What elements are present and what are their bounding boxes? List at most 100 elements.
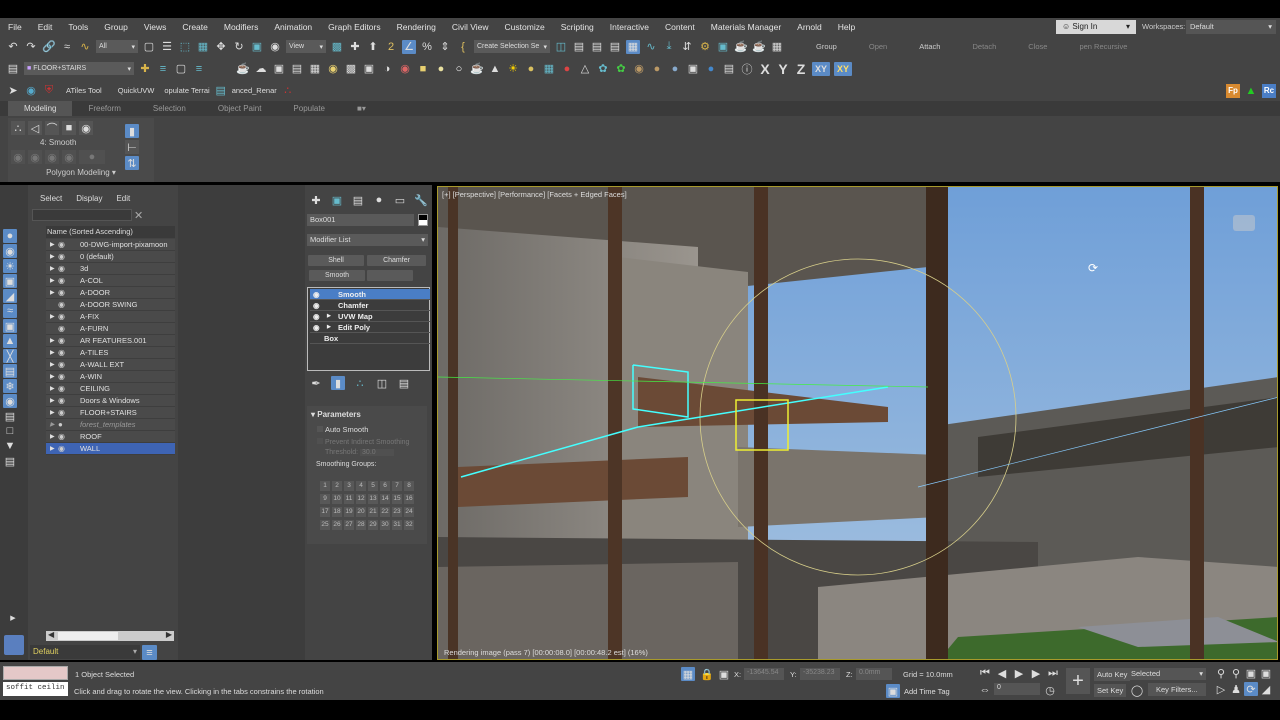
expand-arrow-icon[interactable]: ▶ bbox=[50, 443, 55, 455]
parameters-rollout-header[interactable]: ▾ Parameters bbox=[307, 406, 427, 423]
smoothing-group-button[interactable]: 27 bbox=[344, 520, 354, 530]
x-coordinate-field[interactable]: -13645.54 bbox=[744, 668, 784, 680]
menu-edit[interactable]: Edit bbox=[30, 22, 61, 32]
prevent-indirect-checkbox[interactable]: Prevent Indirect Smoothing bbox=[307, 436, 427, 448]
eye-icon[interactable]: ◉ bbox=[58, 287, 65, 299]
eye-icon[interactable]: ◉ bbox=[313, 322, 320, 333]
menu-civil-view[interactable]: Civil View bbox=[444, 22, 497, 32]
menu-scripting[interactable]: Scripting bbox=[553, 22, 602, 32]
y-coordinate-field[interactable]: -35238.23 bbox=[800, 668, 840, 680]
robot-icon[interactable]: ◉ bbox=[398, 62, 412, 76]
modifier-icon[interactable]: ◉ bbox=[62, 150, 76, 164]
rotate-icon[interactable]: ↻ bbox=[232, 40, 246, 54]
set-key-big-button[interactable]: + bbox=[1066, 668, 1090, 694]
eye-icon[interactable]: ◉ bbox=[58, 371, 65, 383]
vertex-icon[interactable]: ∴ bbox=[11, 121, 25, 135]
color-dots-icon[interactable]: ∴ bbox=[281, 84, 295, 98]
menu-content[interactable]: Content bbox=[657, 22, 703, 32]
layer-row[interactable]: ◉ A-DOOR SWING bbox=[46, 299, 175, 311]
detach-button[interactable]: Detach bbox=[958, 42, 1010, 51]
modifier-list-dropdown[interactable]: Modifier List ▾ bbox=[307, 234, 428, 246]
mirror-icon[interactable]: ◫ bbox=[554, 40, 568, 54]
layer-row[interactable]: ▶ ◉ AR FEATURES.001 bbox=[46, 335, 175, 347]
edit-named-selection-icon[interactable]: { bbox=[456, 40, 470, 54]
helpers-icon[interactable]: ◢ bbox=[3, 289, 17, 303]
axis-y-button[interactable]: Y bbox=[776, 61, 790, 77]
sphere-light-icon[interactable]: ○ bbox=[452, 62, 466, 76]
smoothing-group-button[interactable]: 8 bbox=[404, 481, 414, 491]
menu-rendering[interactable]: Rendering bbox=[389, 22, 444, 32]
layer-explorer-icon[interactable]: ▤ bbox=[608, 40, 622, 54]
smoothing-group-button[interactable]: 19 bbox=[344, 507, 354, 517]
polygon-icon[interactable]: ■ bbox=[62, 121, 76, 135]
tab-freeform[interactable]: Freeform bbox=[72, 104, 136, 113]
geometry-icon[interactable]: ◉ bbox=[3, 244, 17, 258]
modify-tab-icon[interactable]: ▣ bbox=[330, 193, 344, 207]
expand-arrow-icon[interactable]: ▶ bbox=[50, 347, 55, 359]
smoothing-group-button[interactable]: 29 bbox=[368, 520, 378, 530]
spacewarps-icon[interactable]: ≈ bbox=[3, 304, 17, 318]
select-by-name-icon[interactable]: ☰ bbox=[160, 40, 174, 54]
layer-row[interactable]: ▶ ◉ A-WALL EXT bbox=[46, 359, 175, 371]
quickuvw-button[interactable]: QuickUVW bbox=[112, 86, 161, 95]
align-icon[interactable]: ▤ bbox=[572, 40, 586, 54]
axis-x-button[interactable]: X bbox=[758, 61, 772, 77]
smooth-button[interactable]: Smooth bbox=[309, 270, 365, 281]
expand-arrow-icon[interactable]: ▶ bbox=[50, 275, 55, 287]
menu-materials-manager[interactable]: Materials Manager bbox=[703, 22, 789, 32]
clear-search-icon[interactable]: ✕ bbox=[134, 209, 143, 222]
material-swatch[interactable] bbox=[3, 666, 68, 680]
smoothing-group-button[interactable]: 6 bbox=[380, 481, 390, 491]
maximize-viewport-icon[interactable]: ◢ bbox=[1259, 682, 1273, 696]
link-icon[interactable]: 🔗 bbox=[42, 40, 56, 54]
go-to-end-icon[interactable]: ⏭ bbox=[1046, 666, 1060, 680]
expand-arrow-icon[interactable]: ▶ bbox=[50, 251, 55, 263]
zoom-icon[interactable]: ⚲ bbox=[1214, 666, 1228, 680]
key-filters-button[interactable]: Key Filters... bbox=[1148, 683, 1206, 696]
go-to-start-icon[interactable]: ⏮ bbox=[978, 666, 992, 680]
smoothing-group-button[interactable]: 23 bbox=[392, 507, 402, 517]
time-config-arrows-icon[interactable]: ⇔ bbox=[978, 683, 992, 697]
layer-row[interactable]: ▶ ◉ A-FIX bbox=[46, 311, 175, 323]
play-icon[interactable]: ▶ bbox=[1012, 666, 1026, 680]
menu-create[interactable]: Create bbox=[174, 22, 216, 32]
group-button[interactable]: Group bbox=[802, 42, 851, 51]
smoothing-group-button[interactable]: 7 bbox=[392, 481, 402, 491]
hierarchy-tab-icon[interactable]: ▤ bbox=[351, 193, 365, 207]
expand-arrow-icon[interactable]: ▶ bbox=[50, 311, 55, 323]
menu-group[interactable]: Group bbox=[96, 22, 136, 32]
move-icon[interactable]: ✥ bbox=[214, 40, 228, 54]
zoom-extents-icon[interactable]: ▣ bbox=[1244, 666, 1258, 680]
unlink-icon[interactable]: ≈ bbox=[60, 40, 74, 54]
configure-sets-icon[interactable]: ▤ bbox=[397, 376, 411, 390]
auto-smooth-checkbox[interactable]: Auto Smooth bbox=[307, 423, 427, 436]
explorer-search-input[interactable] bbox=[32, 209, 132, 221]
render-active-icon[interactable]: ☕ bbox=[752, 40, 766, 54]
film-icon[interactable]: ▣ bbox=[362, 62, 376, 76]
populate-terrain-button[interactable]: opulate Terrai bbox=[164, 86, 209, 95]
expand-arrow-icon[interactable]: ▶ bbox=[50, 335, 55, 347]
explorer-select-menu[interactable]: Select bbox=[40, 194, 62, 203]
advanced-renamer-button[interactable]: anced_Renar bbox=[232, 86, 277, 95]
stack-item-smooth[interactable]: ◉ Smooth bbox=[310, 289, 430, 300]
expand-arrow-icon[interactable]: ▶ bbox=[50, 407, 55, 419]
forest-pack-button[interactable]: Fp bbox=[1226, 83, 1240, 98]
smoothing-group-button[interactable]: 25 bbox=[320, 520, 330, 530]
create-tab-icon[interactable]: ✚ bbox=[309, 193, 323, 207]
axis-xy-button[interactable]: XY bbox=[812, 61, 830, 76]
eye-icon[interactable]: ◉ bbox=[58, 359, 65, 371]
menu-customize[interactable]: Customize bbox=[497, 22, 553, 32]
tree-icon[interactable]: ▲ bbox=[1244, 84, 1258, 98]
eye-icon[interactable]: ◉ bbox=[58, 263, 65, 275]
render-frame-icon[interactable]: ▣ bbox=[272, 62, 286, 76]
spinner-snap-icon[interactable]: ⇕ bbox=[438, 40, 452, 54]
set-current-layer-icon[interactable]: ≡ bbox=[192, 62, 206, 76]
motion-tab-icon[interactable]: ● bbox=[372, 193, 386, 207]
eye-icon[interactable]: ◉ bbox=[58, 311, 65, 323]
filter-icon[interactable]: ▼ bbox=[3, 439, 17, 453]
attach-button[interactable]: Attach bbox=[905, 42, 954, 51]
rendered-frame-icon[interactable]: ▣ bbox=[716, 40, 730, 54]
display-tab-icon[interactable]: ▭ bbox=[393, 193, 407, 207]
threshold-spinner[interactable]: Threshold: 30.0 bbox=[307, 448, 427, 457]
layer-row[interactable]: ▶ ◉ A-WIN bbox=[46, 371, 175, 383]
